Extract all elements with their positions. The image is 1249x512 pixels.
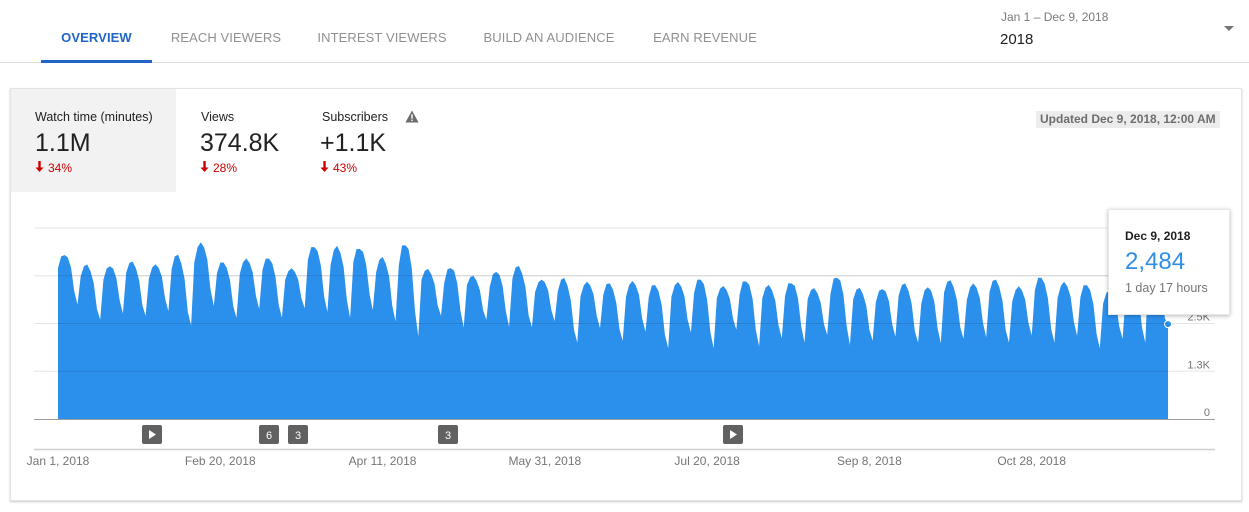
hover-point[interactable] <box>1164 320 1172 329</box>
annotation-count-marker[interactable]: 3 <box>438 425 458 444</box>
tooltip-value: 2,484 <box>1125 248 1186 275</box>
y-tick-label: 1.3K <box>1187 359 1210 371</box>
marker-count: 6 <box>266 430 272 442</box>
annotation-count-marker[interactable]: 6 <box>259 425 279 444</box>
marker-count: 3 <box>295 430 301 442</box>
annotation-count-marker[interactable]: 3 <box>288 425 308 444</box>
video-annotation-marker[interactable] <box>723 425 743 444</box>
tooltip-date: Dec 9, 2018 <box>1125 229 1191 243</box>
video-annotation-marker[interactable] <box>142 425 162 444</box>
x-tick-label: Feb 20, 2018 <box>185 454 256 468</box>
series-area <box>58 242 1168 419</box>
chart-tooltip: Dec 9, 2018 2,484 1 day 17 hours <box>1108 209 1230 315</box>
y-tick-label: 0 <box>1204 407 1210 419</box>
x-tick-label: Sep 8, 2018 <box>837 454 902 468</box>
watch-time-chart: 01.3K2.5K3.8K5K 633 Jan 1, 2018Feb 20, 2… <box>27 216 1215 468</box>
x-tick-label: Oct 28, 2018 <box>997 454 1066 468</box>
x-tick-label: Apr 11, 2018 <box>349 454 417 468</box>
x-tick-label: Jan 1, 2018 <box>27 454 90 468</box>
tooltip-subtext: 1 day 17 hours <box>1125 281 1208 295</box>
marker-count: 3 <box>445 430 451 442</box>
x-tick-label: Jul 20, 2018 <box>674 454 740 468</box>
x-tick-label: May 31, 2018 <box>508 454 581 468</box>
